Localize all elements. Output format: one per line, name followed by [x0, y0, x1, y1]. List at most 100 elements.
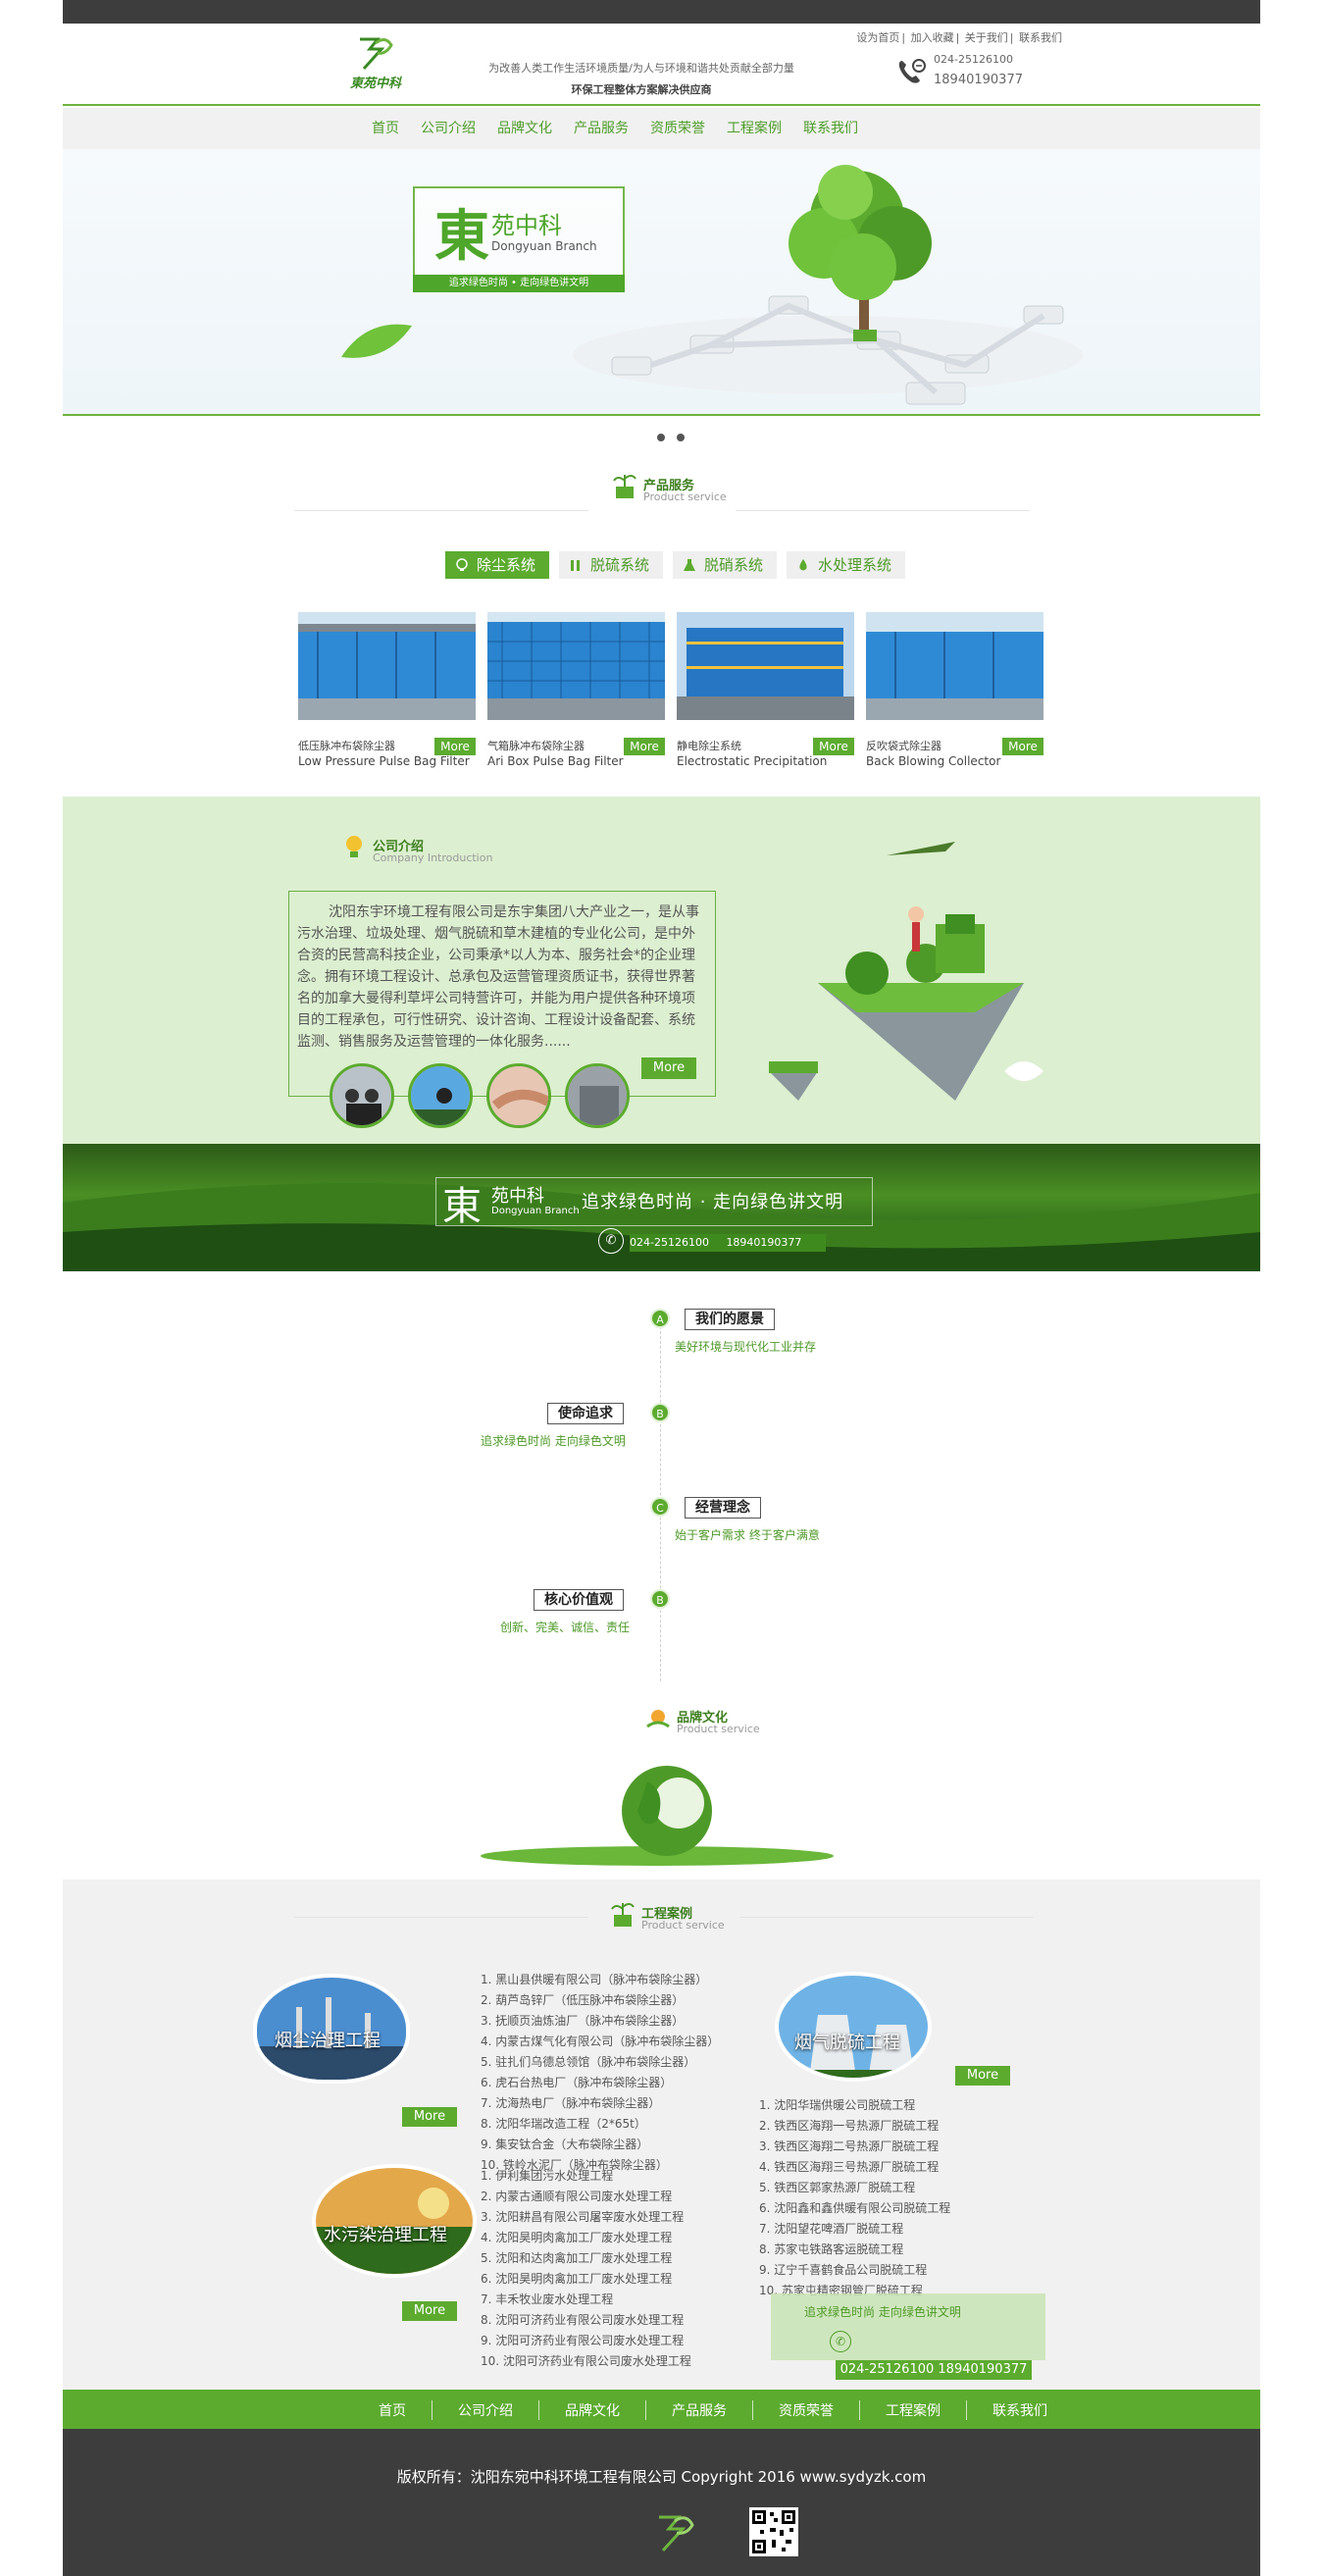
water-case-label: 水污染治理工程 — [324, 2225, 447, 2245]
case-item[interactable]: 虎石台热电厂（脉冲布袋除尘器） — [481, 2073, 719, 2093]
nav-contact[interactable]: 联系我们 — [803, 118, 858, 137]
floating-island-illustration — [769, 842, 1043, 1101]
case-item[interactable]: 葫芦岛锌厂（低压脉冲布袋除尘器） — [481, 1990, 719, 2011]
case-item[interactable]: 铁西区郭家热源厂脱硫工程 — [759, 2178, 950, 2198]
more-button[interactable]: More — [624, 738, 665, 755]
case-item[interactable]: 铁西区海翔二号热源厂脱硫工程 — [759, 2137, 950, 2157]
more-button[interactable]: More — [1002, 738, 1043, 755]
tab-dust[interactable]: 除尘系统 — [445, 551, 550, 579]
photo-handshake — [486, 1063, 551, 1128]
dust-case-list: 黑山县供暖有限公司（脉冲布袋除尘器） 葫芦岛锌厂（低压脉冲布袋除尘器） 抚顺页油… — [481, 1970, 719, 2176]
nav-honors[interactable]: 资质荣誉 — [650, 118, 705, 137]
tab-water[interactable]: 水处理系统 — [787, 551, 906, 579]
footer-logo-icon — [659, 2515, 694, 2552]
case-item[interactable]: 内蒙古通顺有限公司废水处理工程 — [481, 2187, 691, 2207]
case-item[interactable]: 沈阳可济药业有限公司废水处理工程 — [481, 2351, 691, 2372]
brand-heading: 品牌文化 Product service — [643, 1703, 938, 1742]
case-item[interactable]: 沈海热电厂（脉冲布袋除尘器） — [481, 2093, 719, 2114]
timeline-desc-values: 创新、完美、诚信、责任 — [500, 1621, 631, 1634]
footer-nav-company[interactable]: 公司介绍 — [433, 2400, 539, 2420]
water-case-more-button[interactable]: More — [402, 2301, 457, 2321]
strip-tel-2: 18940190377 — [726, 1236, 802, 1249]
dust-case-more-button[interactable]: More — [402, 2107, 457, 2127]
cases-heading: 工程案例 Product service — [608, 1899, 902, 1938]
product-grid: 低压脉冲布袋除尘器 Low Pressure Pulse Bag Filter … — [298, 612, 1043, 769]
logo-icon — [360, 37, 393, 71]
case-item[interactable]: 沈阳望花啤酒厂脱硫工程 — [759, 2219, 950, 2240]
logo[interactable]: 東苑中科 — [342, 33, 409, 94]
tab-water-label: 水处理系统 — [818, 556, 892, 574]
case-item[interactable]: 沈阳华瑞改造工程（2*65t） — [481, 2114, 719, 2135]
copyright: 版权所有：沈阳东宛中科环境工程有限公司 Copyright 2016 www.s… — [396, 2468, 927, 2486]
timeline-title-philosophy: 经营理念 — [685, 1497, 761, 1519]
case-item[interactable]: 沈阳昊明肉禽加工厂废水处理工程 — [481, 2269, 691, 2290]
company-more-button[interactable]: More — [641, 1057, 696, 1079]
case-item[interactable]: 沈阳可济药业有限公司废水处理工程 — [481, 2331, 691, 2351]
case-item[interactable]: 苏家屯铁路客运脱硫工程 — [759, 2240, 950, 2260]
case-item[interactable]: 沈阳昊明肉禽加工厂废水处理工程 — [481, 2228, 691, 2248]
case-item[interactable]: 抚顺页油炼油厂（脉冲布袋除尘器） — [481, 2011, 719, 2032]
more-button[interactable]: More — [813, 738, 854, 755]
header-phone: 024-25126100 18940190377 — [896, 53, 1043, 92]
green-banner: 東 苑中科 Dongyuan Branch 追求绿色时尚 · 走向绿色讲文明 ✆… — [63, 1144, 1260, 1271]
product-name-en: Electrostatic Precipitation — [677, 754, 828, 768]
about-link[interactable]: 关于我们 — [965, 31, 1008, 44]
case-item[interactable]: 铁西区海翔一号热源厂脱硫工程 — [759, 2116, 950, 2137]
case-item[interactable]: 伊利集团污水处理工程 — [481, 2166, 691, 2187]
case-item[interactable]: 沈阳可济药业有限公司废水处理工程 — [481, 2310, 691, 2331]
main-nav: 首页 公司介绍 品牌文化 产品服务 资质荣誉 工程案例 联系我们 — [63, 108, 1260, 149]
product-card[interactable]: 反吹袋式除尘器 Back Blowing Collector More — [866, 612, 1043, 769]
banner-dot-2[interactable] — [677, 434, 685, 441]
product-card[interactable]: 气箱脉冲布袋除尘器 Ari Box Pulse Bag Filter More — [487, 612, 665, 769]
nav-home[interactable]: 首页 — [372, 118, 399, 137]
flue-case-more-button[interactable]: More — [955, 2066, 1010, 2086]
tab-denitrify[interactable]: 脱硝系统 — [673, 551, 778, 579]
cta-slogan: 追求绿色时尚 走向绿色讲文明 — [804, 2305, 961, 2319]
footer-nav-brand[interactable]: 品牌文化 — [539, 2400, 646, 2420]
case-item[interactable]: 内蒙古煤气化有限公司（脉冲布袋除尘器） — [481, 2032, 719, 2052]
more-button[interactable]: More — [434, 738, 476, 755]
strip-brand-en: Dongyuan Branch — [491, 1206, 580, 1216]
tower-icon — [571, 560, 581, 571]
product-image — [677, 612, 854, 720]
footer-nav-cases[interactable]: 工程案例 — [860, 2400, 967, 2420]
footer-nav-products[interactable]: 产品服务 — [646, 2400, 753, 2420]
tab-desulfur[interactable]: 脱硫系统 — [559, 551, 664, 579]
footer-nav-contact[interactable]: 联系我们 — [967, 2400, 1073, 2420]
case-item[interactable]: 沈阳华瑞供暖公司脱硫工程 — [759, 2095, 950, 2116]
banner-dot-1[interactable] — [657, 434, 665, 441]
case-item[interactable]: 集安钛合金（大布袋除尘器） — [481, 2135, 719, 2155]
phone-1: 024-25126100 — [934, 53, 1013, 66]
nav-cases[interactable]: 工程案例 — [727, 118, 782, 137]
case-item[interactable]: 丰禾牧业废水处理工程 — [481, 2290, 691, 2310]
qr-code — [749, 2507, 798, 2556]
photo-team — [408, 1063, 473, 1128]
contact-link[interactable]: 联系我们 — [1019, 31, 1062, 44]
dust-case-label: 烟尘治理工程 — [275, 2031, 381, 2051]
nav-products[interactable]: 产品服务 — [574, 118, 629, 137]
case-item[interactable]: 驻扎们乌德总领馆（脉冲布袋除尘器） — [481, 2052, 719, 2073]
case-item[interactable]: 辽宁千喜鹤食品公司脱硫工程 — [759, 2260, 950, 2281]
footer: 版权所有：沈阳东宛中科环境工程有限公司 Copyright 2016 www.s… — [63, 2429, 1260, 2576]
nav-brand[interactable]: 品牌文化 — [497, 118, 552, 137]
case-item[interactable]: 铁西区海翔三号热源厂脱硫工程 — [759, 2157, 950, 2178]
case-item[interactable]: 沈阳耕昌有限公司屠宰废水处理工程 — [481, 2207, 691, 2228]
footer-nav-home[interactable]: 首页 — [379, 2400, 433, 2420]
product-card[interactable]: 静电除尘系统 Electrostatic Precipitation More — [677, 612, 854, 769]
strip-brand-big: 東 — [442, 1184, 482, 1229]
footer-nav-honors[interactable]: 资质荣誉 — [753, 2400, 860, 2420]
favorite-link[interactable]: 加入收藏 — [911, 31, 954, 44]
company-heading: 公司介绍 Company Introduction — [339, 832, 634, 871]
timeline-desc-mission: 追求绿色时尚 走向绿色文明 — [481, 1434, 626, 1448]
case-item[interactable]: 黑山县供暖有限公司（脉冲布袋除尘器） — [481, 1970, 719, 1990]
product-card[interactable]: 低压脉冲布袋除尘器 Low Pressure Pulse Bag Filter … — [298, 612, 476, 769]
case-item[interactable]: 沈阳鑫和鑫供暖有限公司脱硫工程 — [759, 2198, 950, 2219]
products-subtitle: Product service — [643, 490, 727, 503]
nav-company[interactable]: 公司介绍 — [421, 118, 476, 137]
hero-banner[interactable]: 東 苑中科 Dongyuan Branch 追求绿色时尚 • 走向绿色讲文明 — [63, 149, 1260, 416]
flue-case-image — [775, 1972, 932, 2082]
set-homepage-link[interactable]: 设为首页 — [856, 31, 899, 44]
product-name-en: Ari Box Pulse Bag Filter — [487, 754, 624, 768]
case-item[interactable]: 沈阳和达肉禽加工厂废水处理工程 — [481, 2248, 691, 2269]
sun-icon — [646, 1710, 670, 1728]
